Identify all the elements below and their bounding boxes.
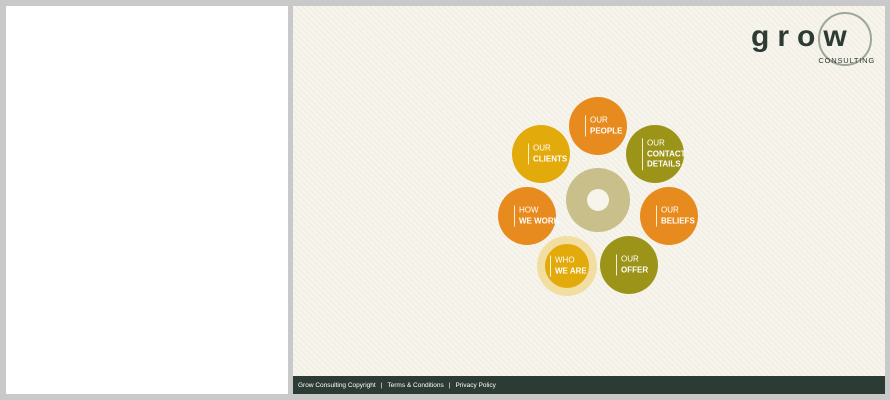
nav-label: OUR CLIENTS <box>528 143 567 165</box>
footer-separator: | <box>380 381 383 389</box>
nav-label: WHO WE ARE <box>550 255 587 277</box>
nav-our-contact-details[interactable]: OUR CONTACT DETAILS <box>626 125 686 183</box>
nav-label: OUR BELIEFS <box>656 205 695 227</box>
nav-our-beliefs[interactable]: OUR BELIEFS <box>640 187 698 245</box>
footer-privacy-link[interactable]: Privacy Policy <box>455 382 495 389</box>
nav-label: OUR CONTACT DETAILS <box>642 138 686 170</box>
nav-who-we-are[interactable]: WHO WE ARE <box>545 244 589 288</box>
logo-subtitle: CONSULTING <box>818 56 875 65</box>
center-hub <box>566 168 630 232</box>
footer-copyright: Grow Consulting Copyright <box>298 381 376 389</box>
logo-word: grow <box>751 20 855 53</box>
main-stage: grow CONSULTING OUR PEOPLE OUR CLIENTS O… <box>293 6 885 394</box>
nav-how-we-work[interactable]: HOW WE WORK <box>498 187 559 245</box>
footer-terms-link[interactable]: Terms & Conditions <box>387 382 443 389</box>
nav-our-clients[interactable]: OUR CLIENTS <box>512 125 570 183</box>
left-blank-panel <box>6 6 288 394</box>
footer-separator: | <box>448 381 451 389</box>
nav-label: OUR OFFER <box>616 254 648 276</box>
nav-our-people[interactable]: OUR PEOPLE <box>569 97 627 155</box>
nav-label: HOW WE WORK <box>514 205 559 227</box>
nav-label: OUR PEOPLE <box>585 115 622 137</box>
hub-hole <box>587 189 609 211</box>
footer-bar: Grow Consulting Copyright | Terms & Cond… <box>293 376 885 394</box>
nav-our-offer[interactable]: OUR OFFER <box>600 236 658 294</box>
grow-consulting-logo[interactable]: grow CONSULTING <box>751 12 881 68</box>
